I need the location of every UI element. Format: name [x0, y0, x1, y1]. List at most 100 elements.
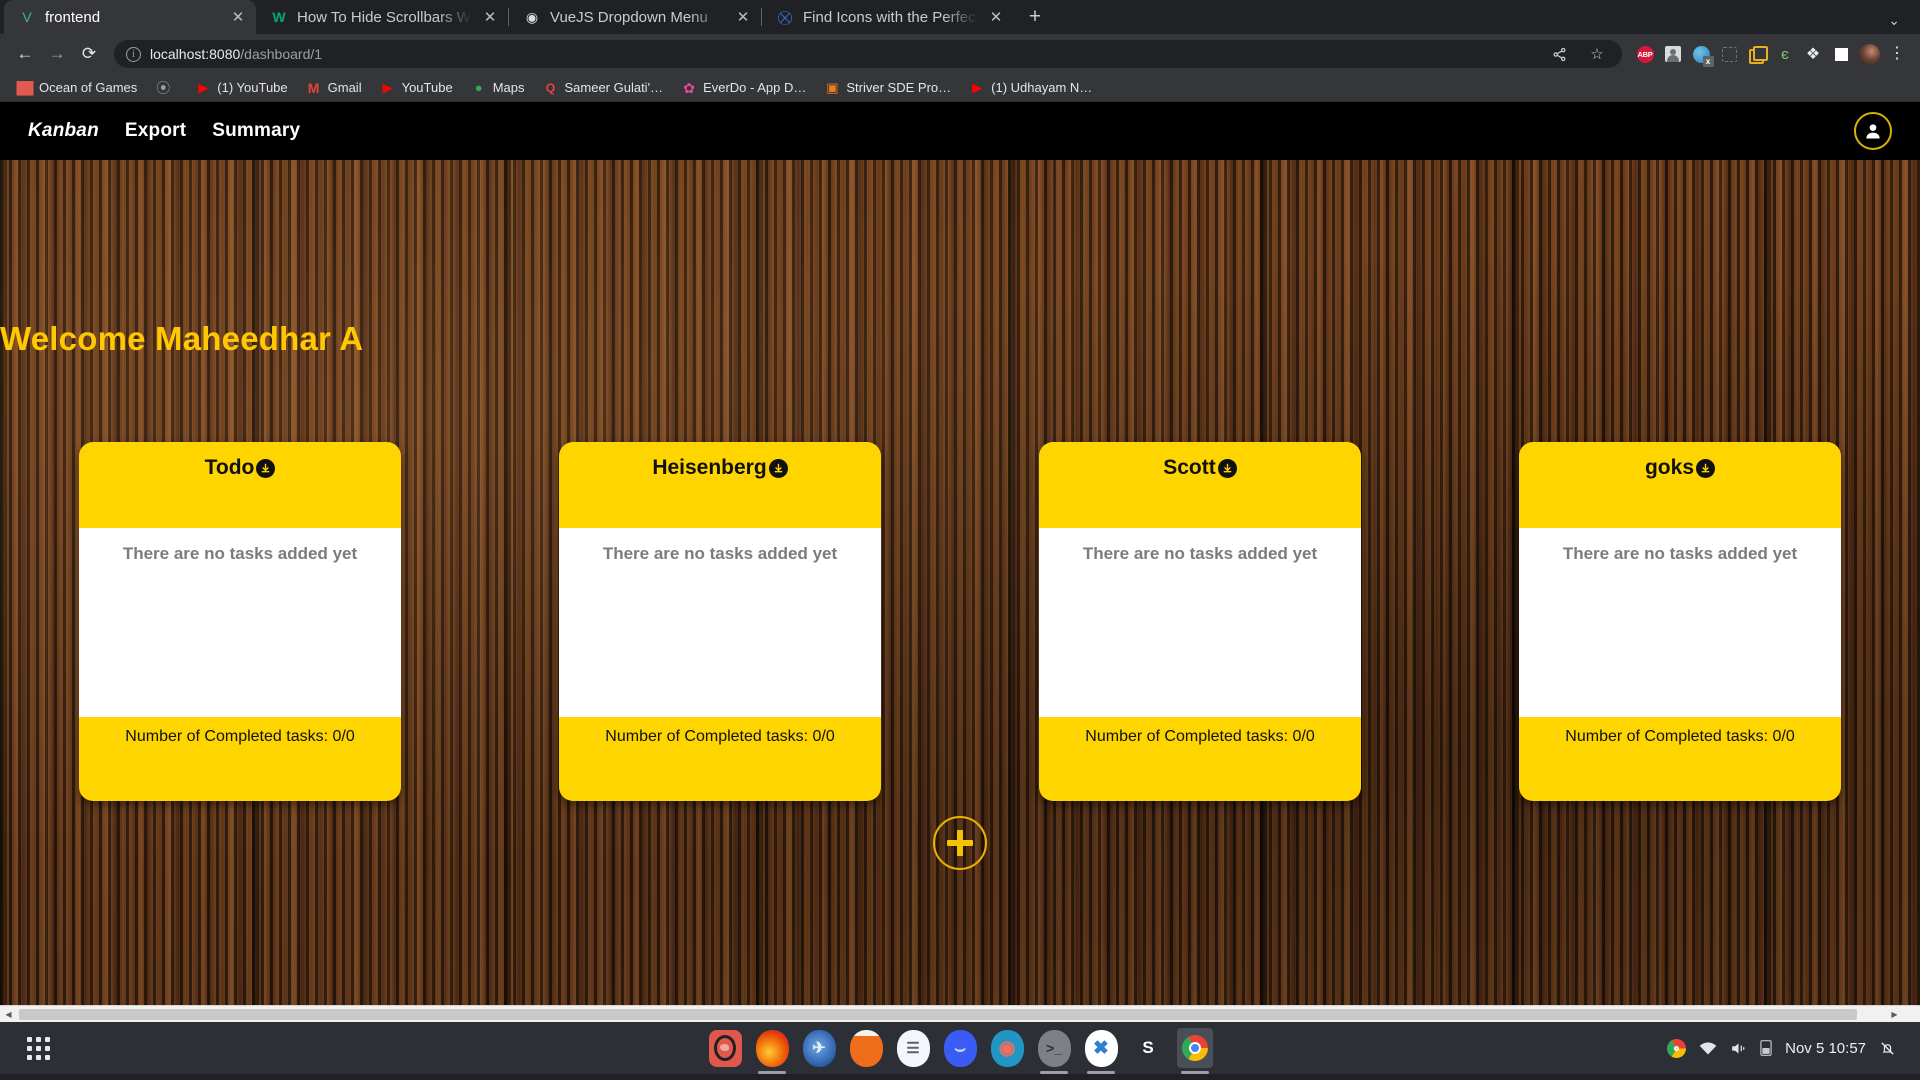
url-text: localhost:8080/dashboard/1 — [150, 46, 322, 62]
taskbar-app-document-writer[interactable]: ☰ — [895, 1028, 931, 1068]
taskbar-clock[interactable]: Nov 5 10:57 — [1785, 1040, 1866, 1057]
close-icon[interactable]: ✕ — [734, 8, 752, 26]
scrollbar-track[interactable] — [17, 1006, 1886, 1023]
globe-translate-icon[interactable] — [1688, 41, 1714, 67]
user-avatar-icon[interactable] — [1854, 112, 1892, 150]
vue-logo-icon: V — [22, 9, 32, 25]
kanban-slot-1: Heisenberg There are no tasks added yet … — [480, 442, 960, 801]
bookmark-unnamed[interactable]: ⦿ — [146, 76, 186, 100]
taskbar-app-thunderbird[interactable]: ✈ — [801, 1028, 837, 1068]
white-square-icon[interactable] — [1828, 41, 1854, 67]
browser-tab-1[interactable]: W How To Hide Scrollbars W ✕ — [256, 0, 508, 34]
browser-tab-2[interactable]: ◉ VueJS Dropdown Menu ✕ — [509, 0, 761, 34]
puzzle-extensions-icon[interactable]: ❖ — [1800, 41, 1826, 67]
download-circle-icon[interactable] — [768, 458, 788, 478]
download-circle-icon[interactable] — [256, 458, 276, 478]
nav-link-summary[interactable]: Summary — [212, 120, 300, 142]
chrome-menu-icon[interactable]: ⋮ — [1884, 41, 1910, 67]
youtube-icon: ▶ — [382, 80, 393, 95]
chevron-down-icon[interactable]: ⌄ — [1880, 12, 1908, 29]
download-circle-icon[interactable] — [1696, 458, 1715, 478]
card-title: Heisenberg — [652, 456, 788, 480]
bookmark-ocean-of-games[interactable]: ██ Ocean of Games — [8, 76, 146, 100]
codepen-icon: ◉ — [525, 9, 539, 25]
screenshot-person-icon[interactable] — [1660, 41, 1686, 67]
gmail-icon: M — [307, 79, 320, 96]
card-body: There are no tasks added yet — [1519, 528, 1841, 717]
scrollbar-thumb[interactable] — [19, 1008, 1857, 1020]
close-icon[interactable]: ✕ — [481, 8, 499, 26]
bookmark-label: EverDo - App D… — [703, 80, 807, 95]
card-title-text: Heisenberg — [652, 456, 767, 479]
taskbar-app-firefox[interactable] — [754, 1028, 790, 1074]
bookmark-youtube-1[interactable]: ▶ (1) YouTube — [186, 76, 296, 100]
taskbar-app-orange[interactable] — [848, 1028, 884, 1068]
card-title-text: Scott — [1163, 456, 1216, 479]
map-pin-icon: ● — [474, 80, 483, 95]
nav-link-export[interactable]: Export — [125, 120, 186, 142]
horizontal-scrollbar[interactable]: ◀ ▶ — [0, 1005, 1920, 1022]
forward-button[interactable]: → — [42, 39, 72, 69]
bookmark-youtube-2[interactable]: ▶ YouTube — [371, 76, 462, 100]
quora-icon: Q — [545, 80, 556, 95]
empty-message: There are no tasks added yet — [1562, 544, 1798, 563]
window-resizer-icon[interactable] — [1744, 41, 1770, 67]
browser-tab-3[interactable]: ⛒ Find Icons with the Perfec ✕ — [762, 0, 1014, 34]
browser-tab-0[interactable]: V frontend ✕ — [4, 0, 256, 34]
card-title: Scott — [1163, 456, 1237, 480]
card-header: Todo — [79, 442, 401, 528]
browser-toolbar: ← → ⟳ i localhost:8080/dashboard/1 ☆ ABP… — [0, 34, 1920, 74]
taskbar-app-terminal[interactable]: >_ — [1036, 1028, 1072, 1074]
empty-message: There are no tasks added yet — [602, 544, 838, 563]
new-tab-button[interactable]: + — [1020, 2, 1050, 32]
bookmark-star-icon[interactable]: ☆ — [1584, 41, 1610, 67]
empty-message: There are no tasks added yet — [122, 544, 358, 563]
taskbar-app-launcher-red[interactable] — [707, 1028, 743, 1068]
tab-title: VueJS Dropdown Menu — [550, 8, 708, 26]
bookmark-label: Striver SDE Pro… — [846, 80, 952, 95]
taskbar-app-google-chrome[interactable] — [1177, 1028, 1213, 1074]
taskbar-app-blue[interactable]: ⌣ — [942, 1028, 978, 1068]
taskbar-app-ubuntu-software[interactable]: ◉ — [989, 1028, 1025, 1068]
add-list-button[interactable] — [933, 816, 987, 870]
scroll-right-arrow[interactable]: ▶ — [1886, 1006, 1903, 1023]
wifi-icon[interactable] — [1699, 1041, 1717, 1056]
dashed-capture-icon[interactable] — [1716, 41, 1742, 67]
bookmark-sameer-gulati[interactable]: Q Sameer Gulati'… — [533, 76, 672, 100]
back-button[interactable]: ← — [10, 39, 40, 69]
bookmark-gmail[interactable]: M Gmail — [297, 76, 371, 100]
nav-brand-kanban[interactable]: Kanban — [28, 120, 99, 142]
notifications-off-icon[interactable] — [1879, 1040, 1896, 1057]
swirl-extension-icon[interactable]: є — [1772, 41, 1798, 67]
close-icon[interactable]: ✕ — [229, 8, 247, 26]
bookmark-label: Maps — [492, 80, 525, 95]
taskbar-app-slack[interactable]: S — [1130, 1028, 1166, 1068]
bookmark-label: YouTube — [401, 80, 453, 95]
bookmark-maps[interactable]: ● Maps — [462, 76, 534, 100]
close-icon[interactable]: ✕ — [987, 8, 1005, 26]
taskbar-app-vscode[interactable]: ✖ — [1083, 1028, 1119, 1074]
download-circle-icon[interactable] — [1217, 458, 1237, 478]
adblock-plus-icon[interactable]: ABP — [1632, 41, 1658, 67]
battery-icon[interactable] — [1760, 1040, 1772, 1056]
scroll-left-arrow[interactable]: ◀ — [0, 1006, 17, 1023]
bookmark-everdo[interactable]: ✿ EverDo - App D… — [672, 76, 815, 100]
site-info-icon[interactable]: i — [126, 46, 141, 62]
chrome-tray-icon[interactable] — [1667, 1038, 1687, 1058]
profile-avatar[interactable] — [1856, 41, 1882, 67]
bookmark-udhayam[interactable]: ▶ (1) Udhayam N… — [960, 76, 1101, 100]
kanban-list-scott[interactable]: Scott There are no tasks added yet Numbe… — [1039, 442, 1361, 801]
url-host: localhost:8080 — [150, 46, 241, 62]
show-applications-icon[interactable] — [18, 1028, 58, 1068]
kanban-list-goks[interactable]: goks There are no tasks added yet Number… — [1519, 442, 1841, 801]
share-icon[interactable] — [1546, 41, 1572, 67]
kanban-list-heisenberg[interactable]: Heisenberg There are no tasks added yet … — [559, 442, 881, 801]
completed-count: Number of Completed tasks: 0/0 — [1565, 728, 1795, 745]
address-bar[interactable]: i localhost:8080/dashboard/1 ☆ — [114, 40, 1622, 68]
reload-button[interactable]: ⟳ — [74, 39, 104, 69]
kanban-list-todo[interactable]: Todo There are no tasks added yet Number… — [79, 442, 401, 801]
volume-icon[interactable] — [1730, 1040, 1747, 1057]
tab-title: frontend — [45, 8, 101, 26]
bookmark-striver-sde[interactable]: ▣ Striver SDE Pro… — [815, 76, 960, 100]
abp-badge: ABP — [1636, 45, 1654, 63]
